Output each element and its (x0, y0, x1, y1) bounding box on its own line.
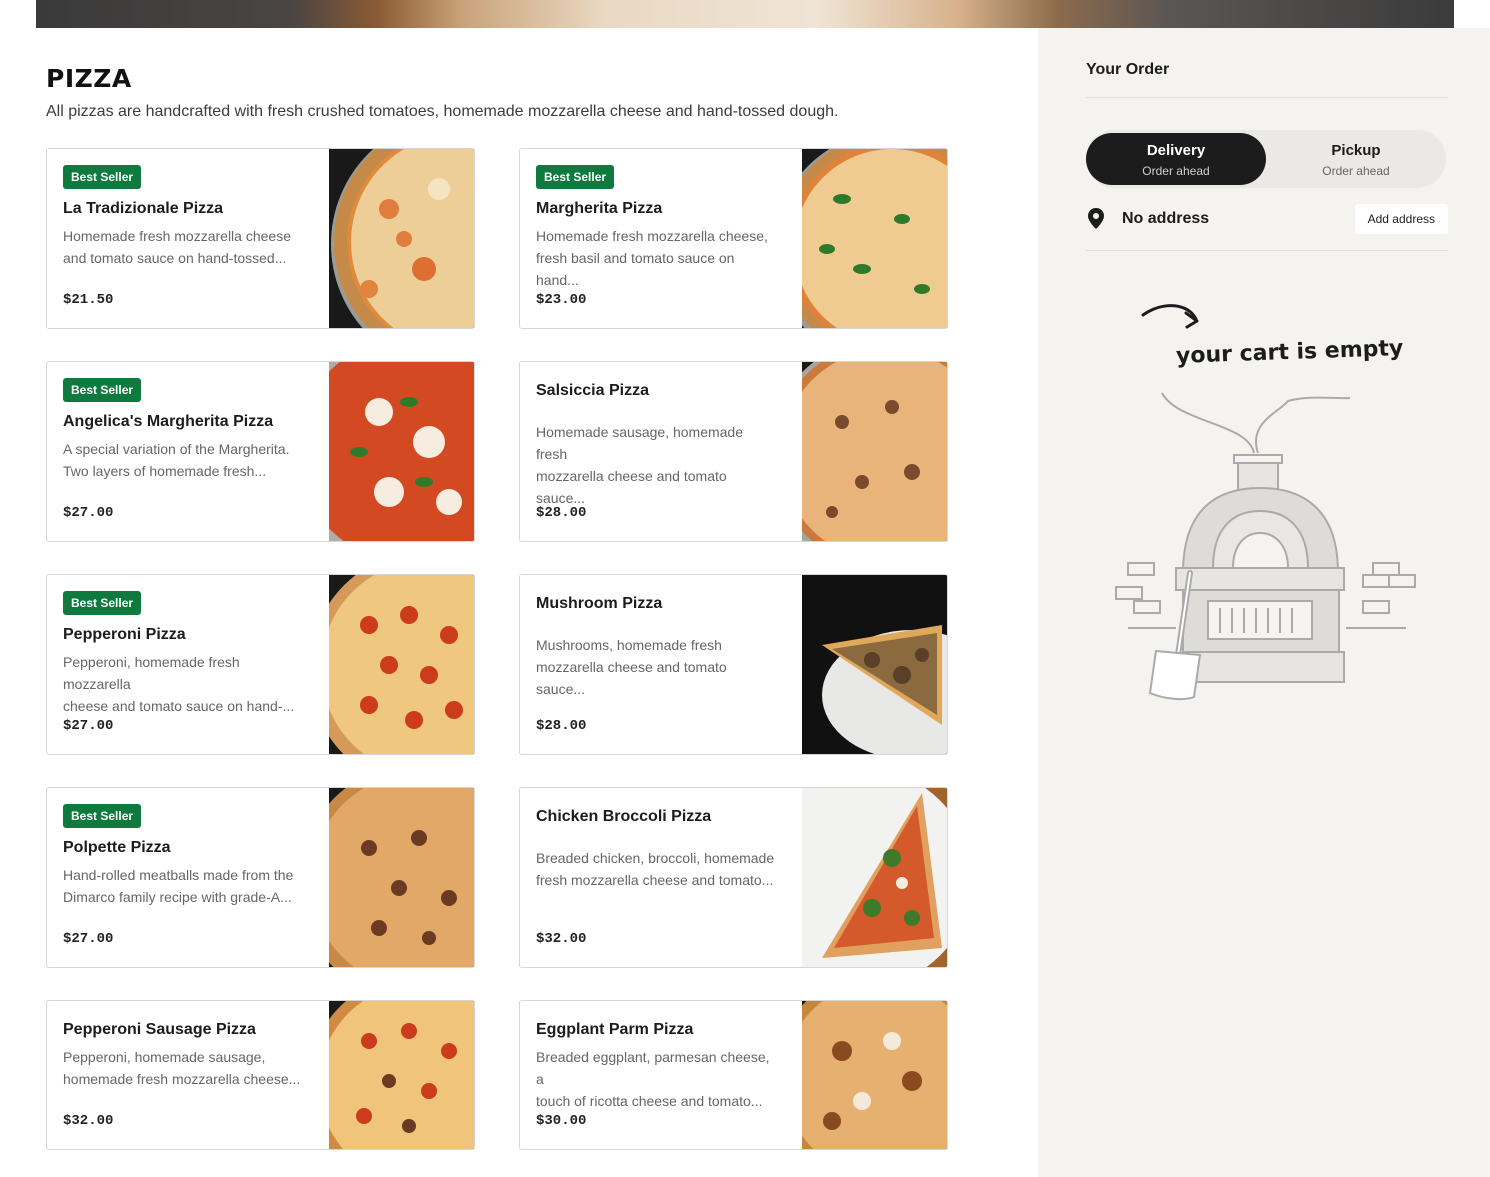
address-text: No address (1122, 210, 1210, 227)
item-price: $32.00 (536, 931, 587, 947)
item-price: $27.00 (63, 718, 114, 734)
menu-item-card[interactable]: Mushroom Pizza Mushrooms, homemade fresh… (519, 574, 948, 755)
item-description: Homemade fresh mozzarella cheese, fresh b… (536, 228, 768, 288)
item-photo (329, 788, 474, 967)
pickup-option[interactable]: Pickup Order ahead (1266, 133, 1446, 185)
item-photo (802, 575, 947, 754)
order-sidebar: Your Order Delivery Order ahead Pickup O… (1038, 28, 1490, 1177)
item-description: Breaded chicken, broccoli, homemade fresh… (536, 850, 775, 888)
item-description: Mushrooms, homemade fresh mozzarella chee… (536, 637, 727, 697)
item-photo (329, 1001, 474, 1149)
best-seller-badge: Best Seller (63, 591, 142, 615)
delivery-label: Delivery (1146, 142, 1206, 159)
item-name: Chicken Broccoli Pizza (536, 808, 712, 825)
item-description: Hand-rolled meatballs made from the Dimar… (63, 867, 294, 905)
order-title: Your Order (1086, 61, 1170, 78)
item-description: Homemade fresh mozzarella cheese and toma… (63, 228, 291, 266)
menu-item-card[interactable]: Best Seller Angelica's Margherita Pizza … (46, 361, 475, 542)
menu-item-card[interactable]: Best Seller La Tradizionale Pizza Homema… (46, 148, 475, 329)
item-photo (802, 149, 947, 328)
item-price: $27.00 (63, 931, 114, 947)
item-price: $32.00 (63, 1113, 114, 1129)
add-address-button[interactable]: Add address (1354, 204, 1448, 234)
item-name: La Tradizionale Pizza (63, 200, 224, 217)
delivery-sub: Order ahead (1142, 164, 1210, 178)
best-seller-badge: Best Seller (63, 804, 142, 828)
item-price: $21.50 (63, 292, 114, 308)
item-price: $23.00 (536, 292, 587, 308)
divider (1086, 97, 1448, 98)
item-description: A special variation of the Margherita. Tw… (63, 441, 290, 479)
item-price: $30.00 (536, 1113, 587, 1129)
address-row: No address Add address (1086, 202, 1448, 236)
menu-item-card[interactable]: Salsiccia Pizza Homemade sausage, homema… (519, 361, 948, 542)
item-description: Homemade sausage, homemade fresh mozzarel… (536, 424, 744, 506)
pickup-label: Pickup (1331, 142, 1381, 159)
item-name: Eggplant Parm Pizza (536, 1021, 694, 1038)
item-price: $28.00 (536, 718, 587, 734)
best-seller-badge: Best Seller (63, 378, 142, 402)
item-description: Pepperoni, homemade fresh mozzarella chee… (63, 654, 295, 714)
section-title: PIZZA (46, 64, 132, 93)
item-description: Breaded eggplant, parmesan cheese, a touc… (536, 1049, 770, 1109)
menu-item-card[interactable]: Eggplant Parm Pizza Breaded eggplant, pa… (519, 1000, 948, 1150)
item-name: Salsiccia Pizza (536, 382, 649, 399)
item-price: $28.00 (536, 505, 587, 521)
item-name: Pepperoni Pizza (63, 626, 186, 643)
item-price: $27.00 (63, 505, 114, 521)
item-name: Angelica's Margherita Pizza (63, 413, 274, 430)
item-name: Polpette Pizza (63, 839, 171, 856)
menu-item-card[interactable]: Best Seller Margherita Pizza Homemade fr… (519, 148, 948, 329)
fulfillment-toggle: Delivery Order ahead Pickup Order ahead (1086, 130, 1446, 188)
item-photo (329, 575, 474, 754)
item-photo (329, 149, 474, 328)
item-photo (802, 788, 947, 967)
item-name: Margherita Pizza (536, 200, 663, 217)
best-seller-badge: Best Seller (536, 165, 615, 189)
best-seller-badge: Best Seller (63, 165, 142, 189)
item-name: Mushroom Pizza (536, 595, 663, 612)
item-photo (802, 362, 947, 541)
menu-item-card[interactable]: Pepperoni Sausage Pizza Pepperoni, homem… (46, 1000, 475, 1150)
delivery-option[interactable]: Delivery Order ahead (1086, 133, 1266, 185)
menu-item-card[interactable]: Best Seller Polpette Pizza Hand-rolled m… (46, 787, 475, 968)
pickup-sub: Order ahead (1322, 164, 1390, 178)
menu-item-card[interactable]: Chicken Broccoli Pizza Breaded chicken, … (519, 787, 948, 968)
item-description: Pepperoni, homemade sausage, homemade fre… (63, 1049, 301, 1087)
item-photo (802, 1001, 947, 1149)
location-pin-icon (1086, 207, 1106, 236)
menu-item-card[interactable]: Best Seller Pepperoni Pizza Pepperoni, h… (46, 574, 475, 755)
item-name: Pepperoni Sausage Pizza (63, 1021, 256, 1038)
hero-image (36, 0, 1454, 28)
section-description: All pizzas are handcrafted with fresh cr… (46, 103, 839, 120)
item-photo (329, 362, 474, 541)
divider (1086, 250, 1448, 251)
